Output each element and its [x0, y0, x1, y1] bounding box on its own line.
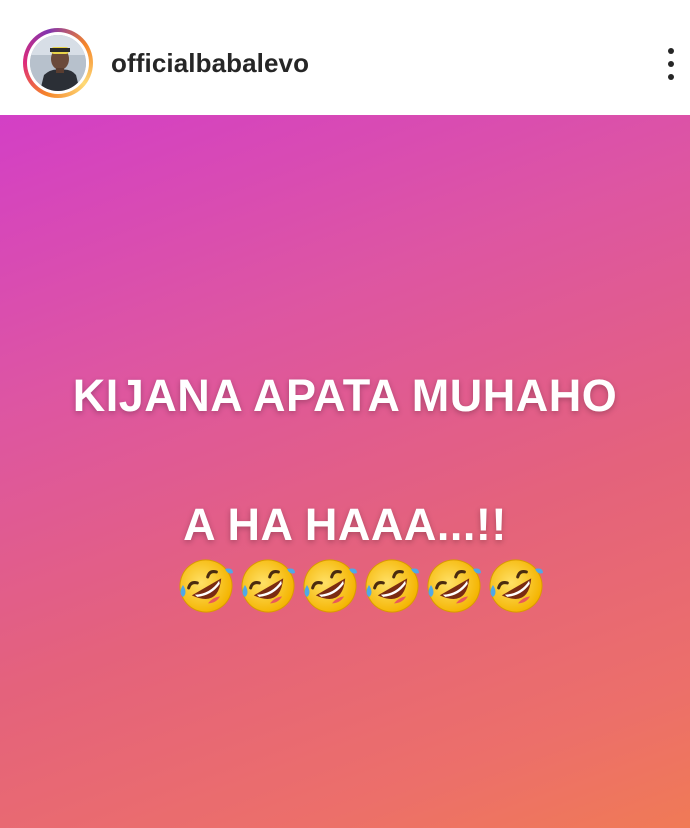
rolling-on-floor-laughing-emoji — [489, 559, 543, 613]
avatar-photo — [30, 35, 86, 91]
post-header: officialbabalevo — [0, 0, 690, 115]
avatar[interactable] — [23, 28, 93, 98]
rolling-on-floor-laughing-emoji — [241, 559, 295, 613]
rolling-on-floor-laughing-emoji — [365, 559, 419, 613]
rolling-on-floor-laughing-emoji — [303, 559, 357, 613]
post-image[interactable]: KIJANA APATA MUHAHO A HA HAAA...!! — [0, 115, 690, 828]
post-text-line-2: A HA HAAA...!! — [183, 499, 507, 550]
more-vertical-icon-dot — [668, 61, 674, 67]
more-vertical-icon-dot — [668, 74, 674, 80]
more-options-button[interactable] — [660, 44, 684, 84]
emoji-row — [175, 555, 547, 617]
post-text-line-1: KIJANA APATA MUHAHO — [72, 370, 618, 421]
rolling-on-floor-laughing-emoji — [179, 559, 233, 613]
username-link[interactable]: officialbabalevo — [111, 48, 309, 78]
rolling-on-floor-laughing-emoji — [427, 559, 481, 613]
more-vertical-icon — [668, 48, 674, 54]
avatar-border — [27, 32, 89, 94]
